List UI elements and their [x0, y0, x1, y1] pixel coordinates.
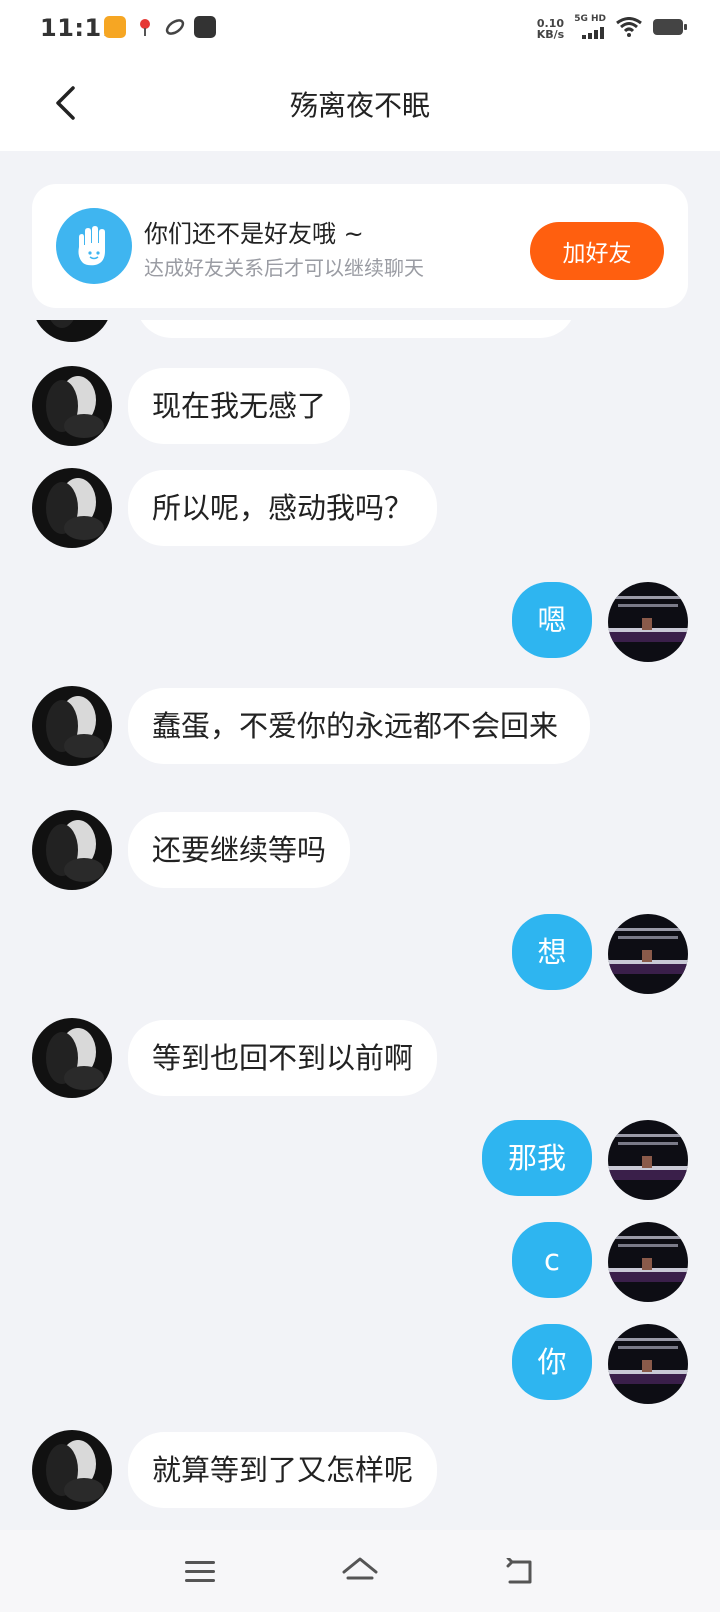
add-friend-button[interactable]: 加好友 — [530, 222, 664, 280]
signal-icon — [582, 24, 606, 43]
network-speed: 0.10 KB/s — [537, 18, 564, 40]
network-speed-value: 0.10 — [536, 16, 565, 30]
menu-button[interactable] — [178, 1550, 222, 1594]
battery-icon — [652, 17, 688, 41]
contact-avatar[interactable] — [32, 320, 112, 342]
message-list[interactable]: 现在我无感了 所以呢，感动我吗？ 嗯 蠢蛋，不爱你的永远都不会回来 还要继续等吗… — [0, 320, 720, 1530]
status-right: 0.10 KB/s 5G HD — [537, 14, 688, 43]
contact-avatar[interactable] — [32, 810, 112, 890]
system-nav-bar — [0, 1530, 720, 1612]
incoming-message[interactable]: 就算等到了又怎样呢 — [128, 1432, 438, 1508]
contact-avatar[interactable] — [32, 686, 112, 766]
banner-subtitle: 达成好友关系后才可以继续聊天 — [144, 256, 424, 280]
outgoing-message[interactable]: c — [512, 1222, 592, 1298]
incoming-message[interactable]: 还要继续等吗 — [128, 812, 351, 888]
location-app-icon — [134, 16, 156, 38]
partial-message-bubble — [136, 320, 576, 338]
my-avatar[interactable] — [608, 1324, 688, 1404]
incoming-message[interactable]: 等到也回不到以前啊 — [128, 1020, 438, 1096]
link-app-icon — [164, 16, 186, 38]
wave-hand-icon — [56, 208, 132, 284]
home-icon — [342, 1557, 378, 1580]
my-avatar[interactable] — [608, 1120, 688, 1200]
my-avatar[interactable] — [608, 914, 688, 994]
menu-icon — [185, 1561, 215, 1582]
friend-request-banner: 你们还不是好友哦 ~ 达成好友关系后才可以继续聊天 加好友 — [32, 184, 688, 308]
outgoing-message[interactable]: 想 — [512, 914, 592, 990]
contact-avatar[interactable] — [32, 1430, 112, 1510]
network-type-label: 5G HD — [574, 14, 606, 24]
contact-avatar[interactable] — [32, 468, 112, 548]
status-app-icons — [104, 16, 216, 38]
page-title: 殇离夜不眠 — [289, 89, 430, 122]
incoming-message[interactable]: 所以呢，感动我吗？ — [128, 470, 438, 546]
wifi-icon — [616, 16, 642, 41]
contact-avatar[interactable] — [32, 366, 112, 446]
outgoing-message[interactable]: 那我 — [482, 1120, 592, 1196]
my-avatar[interactable] — [608, 582, 688, 662]
incoming-message[interactable]: 蠢蛋，不爱你的永远都不会回来 — [128, 688, 590, 764]
outgoing-message[interactable]: 嗯 — [512, 582, 592, 658]
home-button[interactable] — [338, 1550, 382, 1594]
network-speed-unit: KB/s — [536, 27, 565, 41]
return-icon — [506, 1558, 532, 1584]
incoming-message[interactable]: 现在我无感了 — [128, 368, 351, 444]
banner-title: 你们还不是好友哦 ~ — [144, 220, 364, 248]
back-nav-button[interactable] — [500, 1550, 544, 1594]
status-bar: 11:11 0.10 KB/s 5G HD — [0, 0, 720, 56]
my-avatar[interactable] — [608, 1222, 688, 1302]
contact-avatar[interactable] — [32, 1018, 112, 1098]
video-app-icon — [104, 16, 126, 38]
outgoing-message[interactable]: 你 — [512, 1324, 592, 1400]
chat-header: 殇离夜不眠 — [0, 56, 720, 151]
bag-app-icon — [194, 16, 216, 38]
